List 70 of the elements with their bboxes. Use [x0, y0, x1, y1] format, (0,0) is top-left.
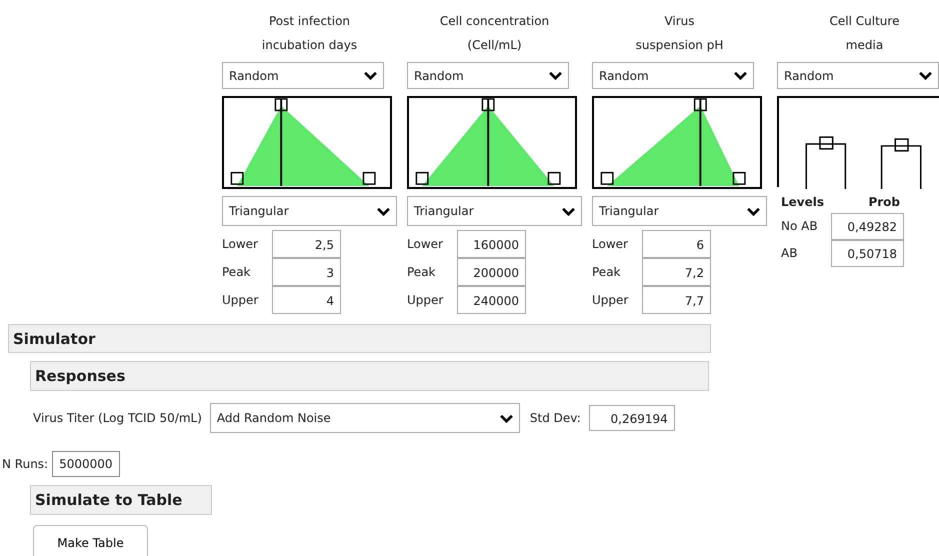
runs-field[interactable]: 5000000 — [52, 451, 120, 477]
param-field[interactable]: 7,2 — [642, 258, 711, 286]
probability-field[interactable]: 0,50718 — [831, 240, 904, 266]
param-label: Peak — [222, 264, 252, 281]
noise-dropdown[interactable]: Add Random Noise — [210, 403, 520, 433]
distribution-dropdown[interactable]: Triangular — [222, 196, 397, 226]
column-header: Levels — [781, 194, 826, 211]
std-dev-field[interactable]: 0,269194 — [588, 405, 675, 431]
drag-handle[interactable] — [600, 172, 614, 185]
param-label: Peak — [592, 264, 622, 281]
section-header[interactable]: Responses — [30, 361, 709, 391]
drag-handle[interactable] — [694, 98, 707, 112]
probability-field[interactable]: 0,49282 — [831, 212, 904, 240]
mode-dropdown[interactable]: Random — [407, 62, 569, 89]
param-field[interactable]: 7,7 — [642, 286, 711, 314]
param-field[interactable]: 160000 — [457, 230, 526, 258]
distribution-dropdown[interactable]: Triangular — [592, 196, 767, 226]
distribution-dropdown[interactable]: Triangular — [407, 196, 582, 226]
drag-handle[interactable] — [274, 98, 288, 112]
level-label: No AB — [781, 218, 819, 235]
drag-handle[interactable] — [416, 172, 429, 185]
param-field[interactable]: 240000 — [457, 286, 526, 314]
param-label: Lower — [222, 236, 259, 253]
factor-label: media — [846, 37, 884, 54]
level-label: AB — [781, 245, 798, 262]
caret-icon — [734, 71, 747, 80]
caret-icon — [500, 414, 513, 422]
param-label: Lower — [592, 236, 629, 253]
mode-dropdown[interactable]: Random — [777, 62, 939, 89]
probability-bar — [806, 143, 846, 189]
drag-handle[interactable] — [819, 136, 834, 150]
drag-handle[interactable] — [482, 98, 495, 112]
caret-icon — [377, 206, 390, 216]
param-field[interactable]: 4 — [272, 286, 341, 314]
mode-dropdown[interactable]: Random — [592, 62, 754, 89]
mode-dropdown[interactable]: Random — [222, 62, 384, 89]
drag-handle[interactable] — [732, 172, 746, 185]
drag-handle[interactable] — [230, 172, 244, 185]
caret-icon — [562, 206, 575, 216]
section-header[interactable]: Simulate to Table — [30, 485, 212, 515]
make-table-button[interactable]: Make Table — [33, 525, 148, 556]
param-label: Upper — [592, 292, 630, 309]
param-label: Lower — [407, 236, 444, 253]
param-field[interactable]: 200000 — [457, 258, 526, 286]
section-header[interactable]: Simulator — [8, 324, 711, 353]
drag-handle[interactable] — [548, 172, 561, 185]
drag-handle[interactable] — [894, 138, 909, 152]
param-label: Upper — [407, 292, 444, 309]
factor-label: incubation days — [262, 37, 358, 54]
factor-label: Cell concentration — [440, 13, 550, 30]
factor-label: suspension pH — [636, 37, 724, 54]
drag-handle[interactable] — [362, 172, 376, 185]
caret-icon — [747, 206, 760, 216]
factor-label: Cell Culture — [830, 13, 900, 30]
param-label: Peak — [407, 264, 436, 281]
column-header: Prob — [867, 194, 901, 211]
std-dev-label: Std Dev: — [530, 411, 581, 425]
caret-icon — [364, 71, 377, 80]
caret-icon — [549, 71, 562, 80]
param-field[interactable]: 3 — [272, 258, 341, 286]
runs-label: N Runs: — [2, 457, 48, 471]
factor-label: Post infection — [268, 13, 350, 30]
factor-label: (Cell/mL) — [467, 37, 522, 54]
factor-label: Virus — [664, 13, 695, 30]
param-field[interactable]: 6 — [642, 230, 711, 258]
param-label: Upper — [222, 292, 260, 309]
param-field[interactable]: 2,5 — [272, 230, 341, 258]
caret-icon — [919, 71, 932, 80]
response-label: Virus Titer (Log TCID 50/mL) — [33, 411, 202, 425]
probability-bar — [880, 145, 922, 189]
